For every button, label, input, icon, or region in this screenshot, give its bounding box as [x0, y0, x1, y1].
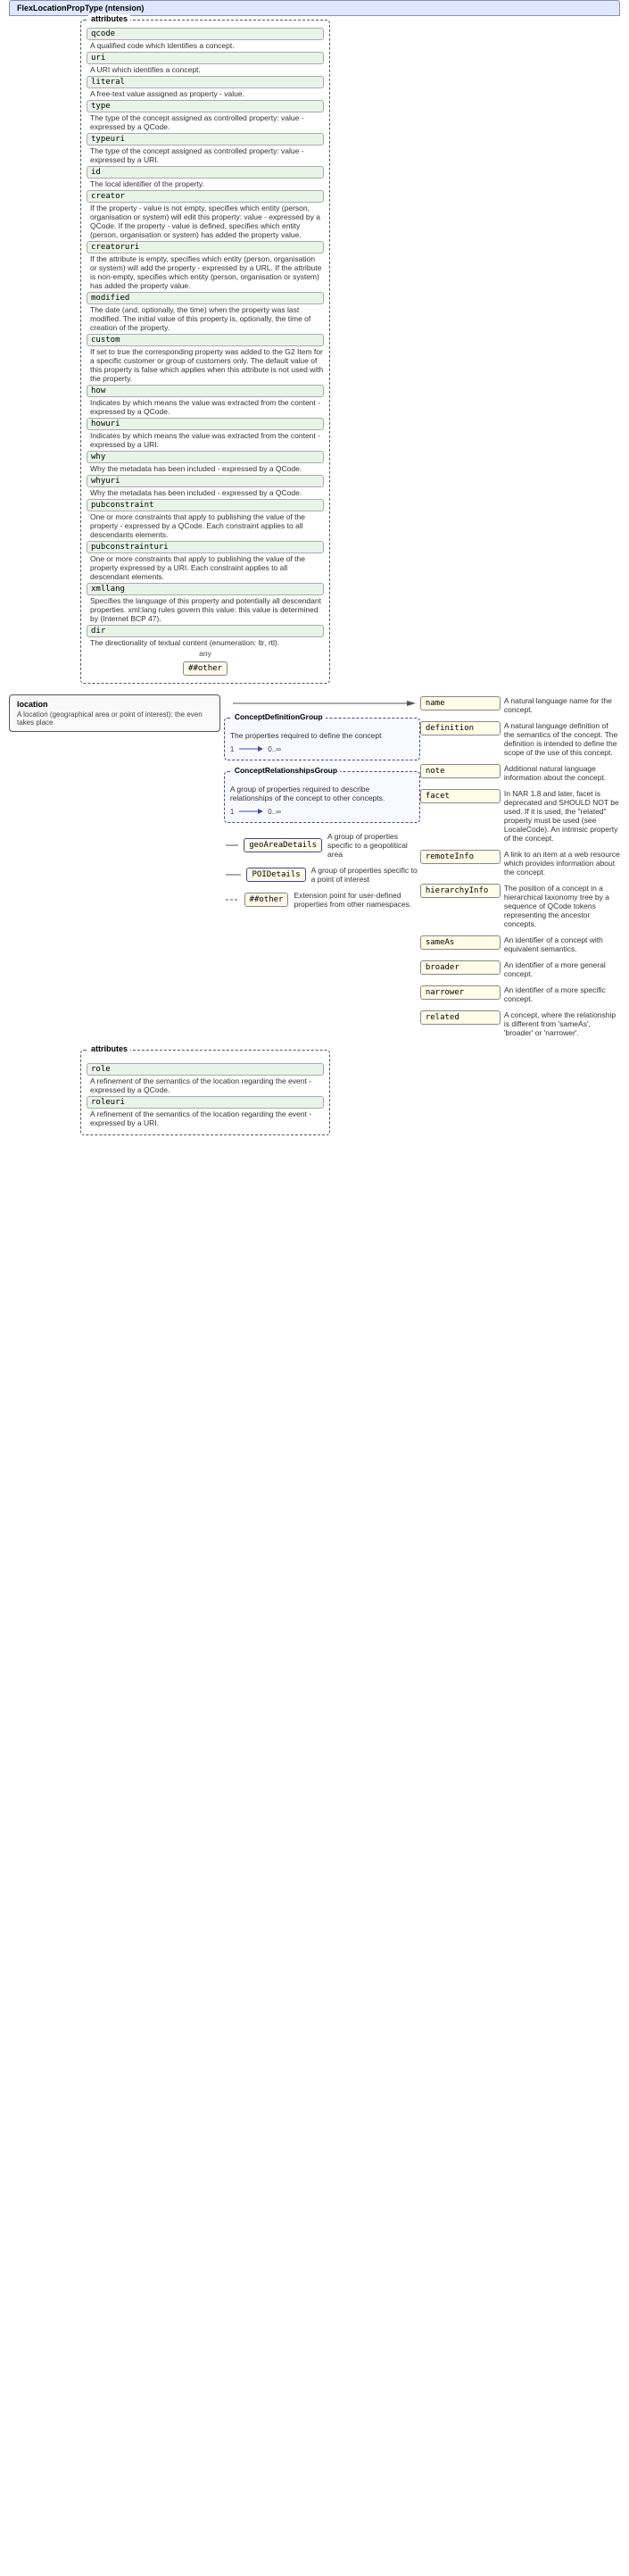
rel-connector	[237, 806, 264, 817]
attr-qcode: qcode A qualified code which identifies …	[87, 28, 324, 50]
attr-dir: dir The directionality of textual conten…	[87, 625, 324, 647]
attr-roleuri: roleuri A refinement of the semantics of…	[87, 1096, 324, 1127]
attr-why: why Why the metadata has been included -…	[87, 451, 324, 473]
attr-type: type The type of the concept assigned as…	[87, 100, 324, 131]
fother-desc: Extension point for user-defined propert…	[294, 891, 419, 909]
concept-def-group-title: ConceptDefinitionGroup	[232, 712, 326, 721]
connector-svg-top	[224, 694, 420, 712]
poi-details-box: POIDetails	[246, 868, 305, 882]
right-item-hierarchyinfo: hierarchyInfo The position of a concept …	[420, 884, 620, 928]
attributes-box: attributes qcode A qualified code which …	[80, 20, 330, 684]
bottom-attributes-label: attributes	[88, 1044, 130, 1053]
geo-connector	[224, 840, 238, 851]
attr-whyuri: whyuri Why the metadata has been include…	[87, 475, 324, 497]
right-item-note: note Additional natural language informa…	[420, 764, 620, 782]
geo-area-details-box: geoAreaDetails	[244, 838, 322, 852]
attr-howuri: howuri Indicates by which means the valu…	[87, 418, 324, 449]
attr-any: any ##other	[87, 649, 324, 676]
attr-how: how Indicates by which means the value w…	[87, 385, 324, 416]
concept-rel-group-title: ConceptRelationshipsGroup	[232, 766, 340, 775]
location-title: location	[17, 700, 212, 709]
concept-def-group-box: ConceptDefinitionGroup The properties re…	[224, 718, 420, 760]
attr-creator: creator If the property - value is not e…	[87, 190, 324, 239]
concept-def-group-desc: The properties required to define the co…	[230, 731, 414, 740]
right-item-facet: facet In NAR 1.8 and later, facet is dep…	[420, 789, 620, 843]
right-item-broader: broader An identifier of a more general …	[420, 960, 620, 978]
attr-pubconstrainturi: pubconstrainturi One or more constraints…	[87, 541, 324, 581]
attr-modified: modified The date (and, optionally, the …	[87, 292, 324, 332]
right-items-panel: name A natural language name for the con…	[420, 694, 620, 1039]
attr-creatoruri: creatoruri If the attribute is empty, sp…	[87, 241, 324, 290]
concept-rel-group-box: ConceptRelationshipsGroup A group of pro…	[224, 771, 420, 823]
attr-custom: custom If set to true the corresponding …	[87, 334, 324, 383]
poi-connector	[224, 869, 242, 880]
diagram-container: FlexLocationPropType (ntension) attribut…	[9, 0, 620, 1135]
fother-ext-box: ##other	[244, 893, 289, 907]
geo-area-details-desc: A group of properties specific to a geop…	[327, 832, 420, 859]
right-item-sameas: sameAs An identifier of a concept with e…	[420, 935, 620, 953]
location-desc: A location (geographical area or point o…	[17, 710, 212, 727]
attr-role: role A refinement of the semantics of th…	[87, 1063, 324, 1094]
right-item-definition: definition A natural language definition…	[420, 721, 620, 757]
attr-pubconstraint: pubconstraint One or more constraints th…	[87, 499, 324, 539]
attributes-label: attributes	[88, 14, 130, 23]
right-item-name: name A natural language name for the con…	[420, 696, 620, 714]
fother-connector	[224, 894, 239, 905]
attr-uri: uri A URI which identifies a concept.	[87, 52, 324, 74]
right-item-narrower: narrower An identifier of a more specifi…	[420, 985, 620, 1003]
attr-id: id The local identifier of the property.	[87, 166, 324, 188]
location-box: location A location (geographical area o…	[9, 694, 220, 732]
bottom-attributes-box: attributes role A refinement of the sema…	[80, 1050, 330, 1135]
right-item-remoteinfo: remoteInfo A link to an item at a web re…	[420, 850, 620, 877]
poi-details-desc: A group of properties specific to a poin…	[311, 866, 420, 884]
attr-literal: literal A free-text value assigned as pr…	[87, 76, 324, 98]
concept-rel-group-desc: A group of properties required to descri…	[230, 785, 414, 802]
def-connector	[237, 744, 264, 754]
attr-xmllang: xmllang Specifies the language of this p…	[87, 583, 324, 623]
attr-typeuri: typeuri The type of the concept assigned…	[87, 133, 324, 164]
right-item-related: related A concept, where the relationshi…	[420, 1010, 620, 1037]
